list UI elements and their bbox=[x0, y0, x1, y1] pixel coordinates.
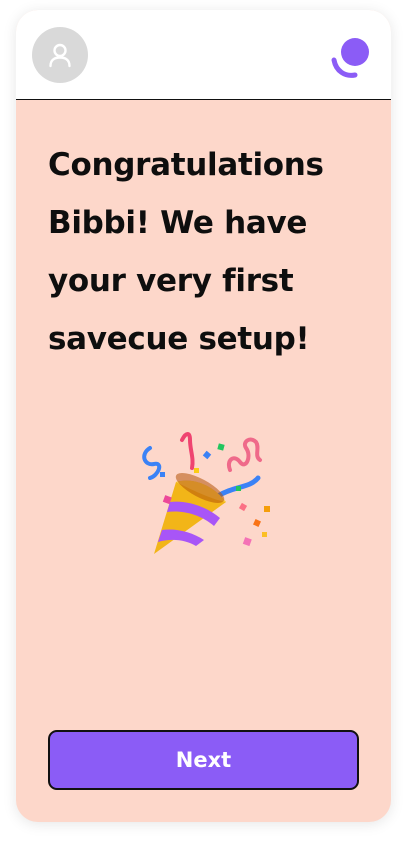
onboarding-card: Congratulations Bibbi! We have your very… bbox=[16, 10, 391, 822]
savecue-logo-icon bbox=[331, 38, 369, 78]
top-bar bbox=[16, 10, 391, 100]
user-icon bbox=[49, 43, 71, 68]
profile-avatar[interactable] bbox=[32, 27, 88, 83]
party-popper-icon bbox=[142, 432, 270, 554]
next-button[interactable]: Next bbox=[48, 730, 359, 790]
congratulations-message: Congratulations Bibbi! We have your very… bbox=[48, 147, 324, 357]
